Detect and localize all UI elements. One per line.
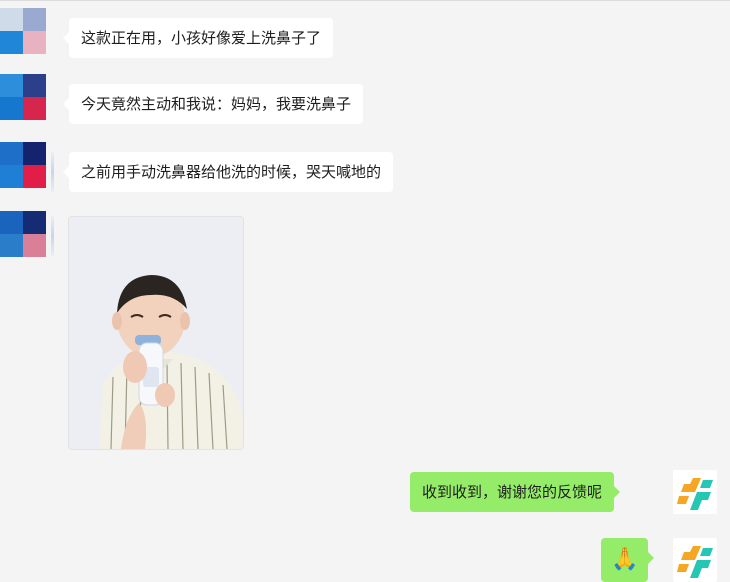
emoji-message[interactable]: 🙏 [601, 538, 655, 582]
message-bubble[interactable]: 收到收到，谢谢您的反馈呢 [410, 472, 621, 512]
sender-avatar[interactable] [0, 142, 46, 188]
image-message[interactable] [68, 216, 244, 450]
brand-logo-icon [677, 478, 713, 510]
sender-avatar[interactable] [0, 8, 46, 54]
my-avatar[interactable] [673, 538, 717, 582]
message-bubble[interactable]: 这款正在用，小孩好像爱上洗鼻子了 [62, 18, 334, 58]
message-bubble[interactable]: 之前用手动洗鼻器给他洗的时候，哭天喊地的 [62, 152, 394, 192]
child-photo-icon [69, 217, 243, 449]
brand-logo-icon [677, 546, 713, 578]
top-divider [0, 0, 730, 1]
sender-avatar[interactable] [0, 211, 46, 257]
message-status-indicator [51, 216, 54, 256]
message-bubble[interactable]: 今天竟然主动和我说：妈妈，我要洗鼻子 [62, 84, 364, 124]
sender-avatar[interactable] [0, 74, 46, 120]
message-status-indicator [51, 152, 54, 192]
my-avatar[interactable] [673, 470, 717, 514]
